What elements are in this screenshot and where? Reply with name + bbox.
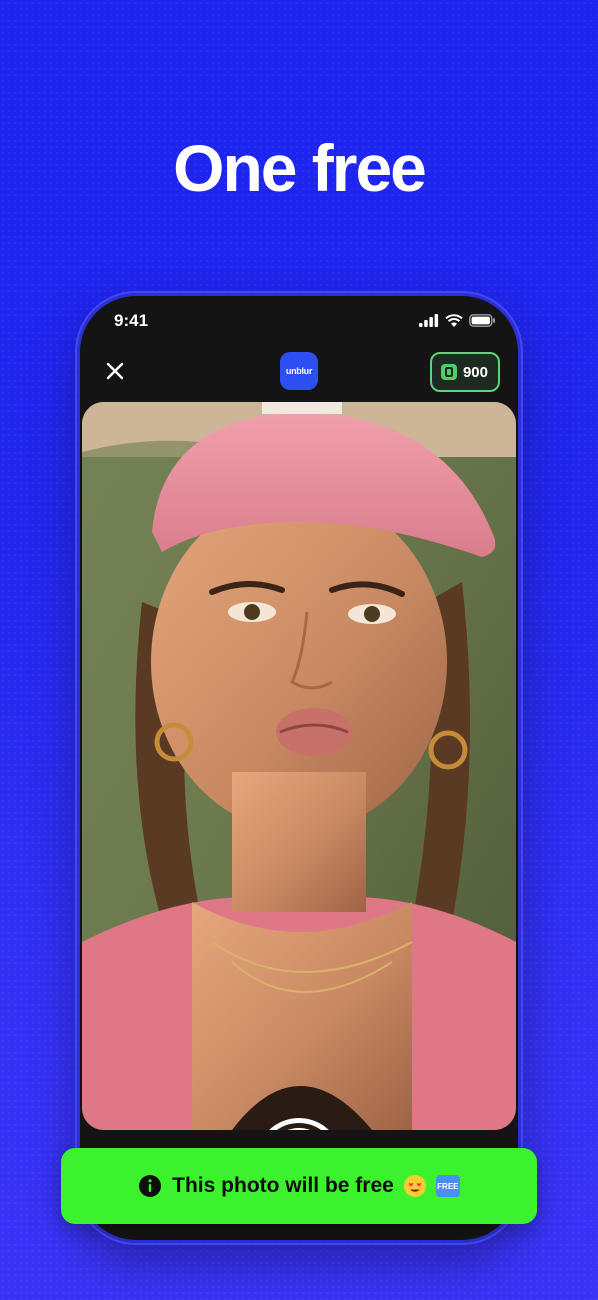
close-icon (106, 362, 124, 380)
banner-text: This photo will be free (172, 1174, 394, 1197)
heart-eyes-emoji (403, 1175, 426, 1197)
status-bar: 9:41 (80, 296, 518, 348)
battery-icon (469, 314, 495, 327)
close-button[interactable] (100, 356, 130, 386)
credits-badge[interactable]: 900 (429, 352, 500, 392)
credits-value: 900 (462, 363, 488, 381)
app-logo-text: unblur (285, 366, 313, 376)
wifi-icon (445, 314, 463, 327)
selfie-photo (82, 402, 516, 1130)
camera-preview (82, 402, 516, 1130)
free-photo-banner: This photo will be free FREE (61, 1148, 537, 1224)
signal-icon (419, 314, 439, 327)
headline: One free (173, 131, 427, 205)
shutter-inner (266, 1128, 332, 1130)
app-logo: unblur (280, 352, 318, 390)
status-time: 9:41 (114, 311, 149, 330)
free-tag: FREE (435, 1175, 460, 1197)
top-bar: unblur 900 (80, 348, 518, 400)
status-icons (419, 314, 496, 327)
info-icon (139, 1175, 162, 1197)
phone-frame: 9:41 unblur 900 (80, 296, 518, 1240)
coin-icon (440, 364, 457, 380)
